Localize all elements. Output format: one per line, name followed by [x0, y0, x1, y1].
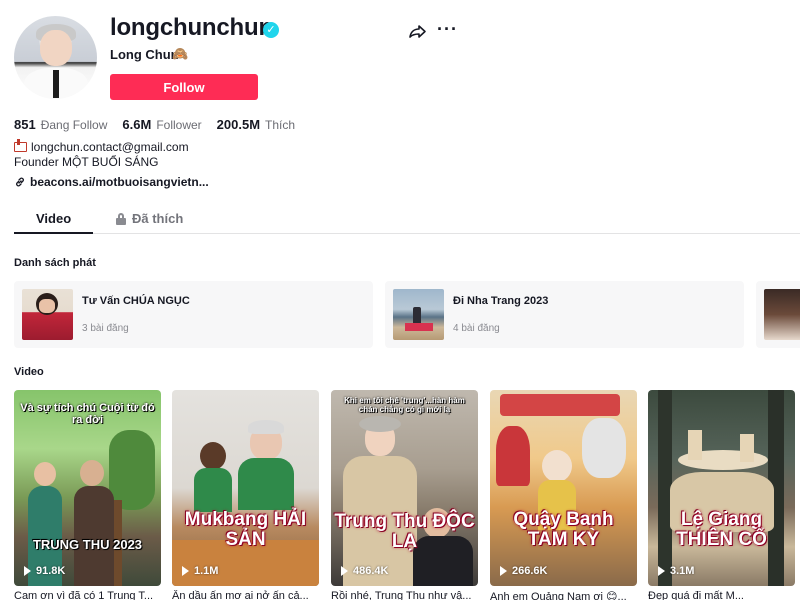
video-views: 1.1M	[182, 565, 218, 577]
tab-liked[interactable]: Đã thích	[116, 211, 183, 226]
stat-followers[interactable]: 6.6M Follower	[122, 117, 201, 132]
play-icon	[658, 566, 665, 576]
tab-active-indicator	[14, 232, 93, 234]
video-views: 3.1M	[658, 565, 694, 577]
video-title-overlay: Mukbang HẢI SẢN	[184, 509, 307, 550]
playlist-card[interactable]: Đi Nha Trang 2023 4 bài đăng	[385, 281, 744, 348]
tab-liked-label: Đã thích	[132, 211, 184, 226]
video-views: 91.8K	[24, 565, 65, 577]
profile-stats: 851 Đang Follow 6.6M Follower 200.5M Thí…	[14, 117, 310, 132]
video-thumbnail	[172, 390, 319, 586]
stat-likes-value: 200.5M	[216, 117, 261, 132]
video-title-overlay: Lệ Giang THIÊN CỔ	[676, 509, 767, 550]
link-icon	[16, 177, 24, 187]
bio-link-text: beacons.ai/motbuoisangvietn...	[30, 175, 209, 189]
video-title-overlay: Quậy Banh TAM KỲ	[513, 509, 614, 550]
stat-likes-label: Thích	[265, 118, 296, 132]
playlist-card-partial[interactable]	[756, 281, 800, 348]
stat-likes: 200.5M Thích	[217, 117, 295, 132]
video-caption[interactable]: Cam ơn vì đã có 1 Trung T...	[14, 590, 161, 600]
profile-nickname: Long Chun	[110, 47, 179, 62]
stat-following[interactable]: 851 Đang Follow	[14, 117, 107, 132]
stat-following-value: 851	[14, 117, 36, 132]
bio-link[interactable]: beacons.ai/motbuoisangvietn...	[14, 175, 209, 189]
profile-avatar[interactable]	[14, 16, 97, 99]
video-views-count: 91.8K	[36, 565, 66, 577]
stat-followers-value: 6.6M	[122, 117, 152, 132]
follow-button[interactable]: Follow	[110, 74, 258, 100]
bio-email: longchun.contact@gmail.com	[31, 140, 189, 154]
profile-username: longchunchun	[110, 14, 273, 41]
video-card[interactable]: Mukbang HẢI SẢN 1.1M	[172, 390, 319, 586]
more-icon[interactable]: ···	[437, 20, 457, 40]
video-thumbnail	[331, 390, 478, 586]
video-card[interactable]: Khi em tôi chê 'trung'...hàn hàm chán ch…	[331, 390, 478, 586]
video-caption[interactable]: Ấn dầu ấn mơ ai nở ấn cả...	[172, 590, 319, 600]
video-views: 486.4K	[341, 565, 388, 577]
video-card[interactable]: Quậy Banh TAM KỲ 266.6K	[490, 390, 637, 586]
video-thumbnail	[490, 390, 637, 586]
share-icon[interactable]	[407, 22, 427, 42]
playlist-count: 4 bài đăng	[453, 323, 500, 334]
video-thumbnail	[648, 390, 795, 586]
videos-heading: Video	[14, 366, 44, 378]
play-icon	[182, 566, 189, 576]
video-views-count: 1.1M	[194, 565, 219, 577]
video-overlay-text: Và sự tích chú Cuội từ đó ra đời	[20, 402, 155, 426]
video-views-count: 266.6K	[512, 565, 548, 577]
play-icon	[341, 566, 348, 576]
nickname-emoji: 🙈	[172, 46, 189, 61]
avatar-tie	[53, 70, 59, 98]
video-caption[interactable]: Rồi nhé, Trung Thu như vậ...	[331, 590, 478, 600]
playlist-thumbnail	[22, 289, 73, 340]
video-title-overlay: TRUNG THU 2023	[32, 537, 143, 552]
avatar-face	[40, 30, 72, 66]
stat-followers-label: Follower	[156, 118, 202, 132]
playlist-thumbnail	[764, 289, 800, 340]
mail-icon	[14, 139, 27, 152]
playlist-title: Tư Vấn CHÚA NGỤC	[82, 295, 190, 307]
bio-founder: Founder MỘT BUỔI SÁNG	[14, 155, 159, 169]
playlists-heading: Danh sách phát	[14, 257, 96, 269]
profile-tabs: Video Đã thích	[14, 203, 800, 234]
playlist-count: 3 bài đăng	[82, 323, 129, 334]
bio-email-line: longchun.contact@gmail.com	[14, 139, 189, 154]
verified-icon: ✓	[263, 22, 279, 38]
play-icon	[500, 566, 507, 576]
video-caption[interactable]: Anh em Quảng Nam ơi 😊...	[490, 590, 637, 600]
playlist-thumbnail	[393, 289, 444, 340]
stat-following-label: Đang Follow	[40, 118, 108, 132]
video-overlay-text: Khi em tôi chê 'trung'...hàn hàm chán ch…	[344, 396, 465, 414]
playlist-card[interactable]: Tư Vấn CHÚA NGỤC 3 bài đăng	[14, 281, 373, 348]
video-card[interactable]: Lệ Giang THIÊN CỔ 3.1M	[648, 390, 795, 586]
video-card[interactable]: Và sự tích chú Cuội từ đó ra đời TRUNG T…	[14, 390, 161, 586]
playlist-title: Đi Nha Trang 2023	[453, 295, 549, 307]
video-views-count: 486.4K	[353, 565, 389, 577]
video-views: 266.6K	[500, 565, 547, 577]
video-caption[interactable]: Đẹp quá đi mất M...	[648, 590, 795, 600]
tab-video[interactable]: Video	[36, 211, 71, 226]
play-icon	[24, 566, 31, 576]
video-title-overlay: Trung Thu ĐỘC LẠ	[334, 511, 475, 552]
lock-icon	[116, 213, 126, 225]
video-views-count: 3.1M	[670, 565, 695, 577]
